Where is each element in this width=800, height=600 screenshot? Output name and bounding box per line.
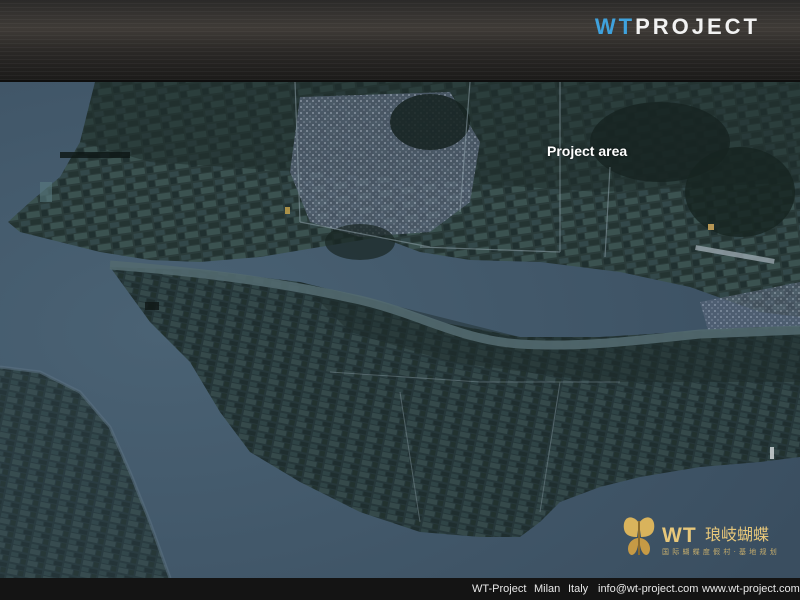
footer-email[interactable]: info@wt-project.com — [598, 578, 698, 600]
satellite-map — [0, 82, 800, 578]
footer-country: Italy — [568, 583, 589, 595]
footer-city: Milan — [534, 583, 561, 595]
langqi-butterfly-logo: WT 琅岐蝴蝶 国 际 蝴 蝶 度 假 村 · 基 地 规 划 — [620, 515, 790, 563]
logo-project: PROJECT — [635, 14, 760, 39]
wt-project-logo: WTPROJECT — [595, 16, 760, 38]
butterfly-icon — [623, 517, 655, 556]
logo-wt: WT — [594, 14, 636, 39]
brand-chinese-subtitle: 国 际 蝴 蝶 度 假 村 · 基 地 规 划 — [662, 548, 778, 556]
footer-bar: WT-Project Milan Italy info@wt-project.c… — [0, 578, 800, 600]
header-banner: WTPROJECT — [0, 0, 800, 82]
brand-chinese-name: 琅岐蝴蝶 — [705, 525, 770, 544]
satellite-image — [0, 82, 800, 578]
brand-wt: WT — [662, 524, 697, 547]
project-area-label: Project area — [547, 143, 628, 159]
footer-company: WT-Project — [472, 583, 527, 595]
footer-website[interactable]: www.wt-project.com — [702, 578, 800, 600]
